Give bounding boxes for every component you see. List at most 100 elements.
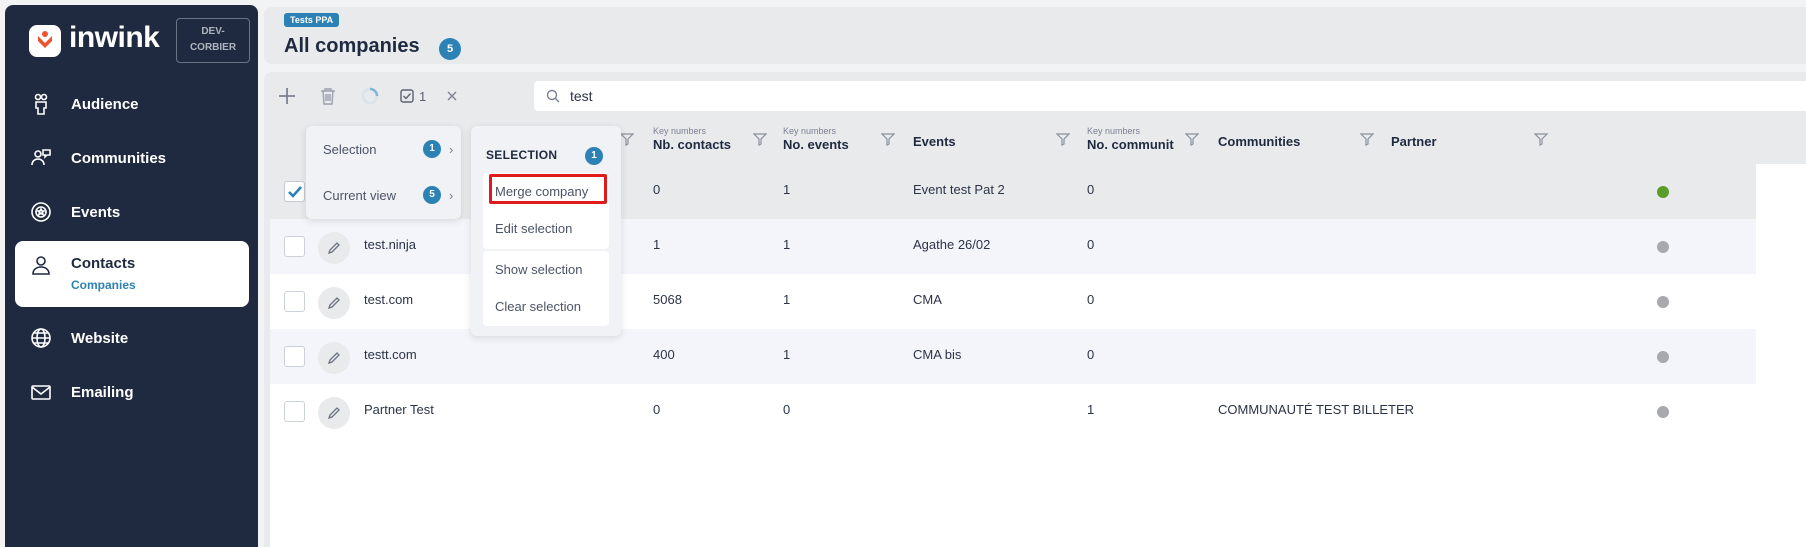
pencil-icon xyxy=(327,242,340,255)
edit-button[interactable] xyxy=(318,287,350,319)
selection-count-button[interactable]: 1 xyxy=(400,82,426,110)
header-tag[interactable]: Tests PPA xyxy=(284,13,340,27)
logo[interactable]: inwink DEV- CORBIER xyxy=(25,17,255,65)
filter-icon[interactable] xyxy=(1534,132,1548,146)
cell-events-count: 1 xyxy=(783,237,791,252)
column-label: Communities xyxy=(1218,134,1301,149)
sidebar-item-contacts[interactable]: Contacts Companies xyxy=(15,241,249,307)
cell-communities-count: 0 xyxy=(1087,182,1095,197)
count-badge: 1 xyxy=(423,140,441,158)
cell-contacts: 1 xyxy=(653,237,661,252)
pencil-icon xyxy=(327,297,340,310)
search-icon xyxy=(546,89,560,103)
pencil-icon xyxy=(327,407,340,420)
pencil-icon xyxy=(327,352,340,365)
menu-item-label: Selection xyxy=(323,141,377,157)
filter-icon[interactable] xyxy=(1056,132,1070,146)
column-header-communities[interactable]: Communities xyxy=(1218,134,1300,149)
events-icon xyxy=(31,202,51,222)
cell-events-count: 0 xyxy=(783,402,791,417)
column-header-partner[interactable]: Partner xyxy=(1391,134,1437,149)
partner-status-dot xyxy=(1657,186,1669,198)
count-badge: 5 xyxy=(423,186,441,204)
edit-button[interactable] xyxy=(318,397,350,429)
row-checkbox[interactable] xyxy=(284,401,305,422)
table-row[interactable]: testt.com 400 1 CMA bis 0 xyxy=(270,329,1756,384)
environment-badge[interactable]: DEV- CORBIER xyxy=(176,18,250,63)
cell-contacts: 0 xyxy=(653,402,661,417)
column-header-events-count[interactable]: Key numbers No. events xyxy=(783,126,849,152)
communities-icon xyxy=(31,149,51,166)
delete-button[interactable] xyxy=(320,82,336,110)
table-row[interactable]: Partner Test 0 0 1 COMMUNAUTÉ TEST BILLE… xyxy=(270,384,1756,439)
row-checkbox[interactable] xyxy=(284,346,305,367)
search-input[interactable]: test xyxy=(534,81,1806,111)
sidebar-item-emailing[interactable]: Emailing xyxy=(15,368,249,416)
cell-communities-count: 0 xyxy=(1087,292,1095,307)
contact-icon xyxy=(32,256,50,275)
row-checkbox[interactable] xyxy=(284,181,305,202)
column-pre: Key numbers xyxy=(783,126,837,136)
row-checkbox[interactable] xyxy=(284,236,305,257)
show-selection-button[interactable]: Show selection xyxy=(495,262,582,277)
menu-item-label: Current view xyxy=(323,187,396,203)
column-header-contacts[interactable]: Key numbers Nb. contacts xyxy=(653,126,731,152)
menu-item-selection[interactable]: Selection 1 › xyxy=(323,136,453,162)
menu-group-view: Show selection Clear selection xyxy=(483,251,609,326)
edit-button[interactable] xyxy=(318,232,350,264)
filter-icon[interactable] xyxy=(1185,132,1199,146)
cell-name: test.ninja xyxy=(364,237,417,252)
sidebar-subitem-companies[interactable]: Companies xyxy=(71,278,136,292)
column-label: Partner xyxy=(1391,134,1437,149)
cell-events-count: 1 xyxy=(783,347,791,362)
cell-name: Partner Test xyxy=(364,402,434,417)
menu-item-current-view[interactable]: Current view 5 › xyxy=(323,182,453,208)
selection-scope-menu: Selection 1 › Current view 5 › xyxy=(306,126,461,219)
count-badge: 1 xyxy=(585,147,603,165)
edit-button[interactable] xyxy=(318,342,350,374)
audience-icon xyxy=(34,93,48,115)
trash-icon xyxy=(321,88,335,105)
chevron-right-icon: › xyxy=(449,187,454,203)
close-icon xyxy=(447,91,457,101)
column-label: No. events xyxy=(783,137,849,152)
loading-button[interactable] xyxy=(360,82,380,110)
sidebar-item-label: Emailing xyxy=(71,383,134,401)
cell-events: Agathe 26/02 xyxy=(913,237,991,252)
cell-name: testt.com xyxy=(364,347,417,362)
partner-status-dot xyxy=(1657,296,1669,308)
sidebar-item-label: Website xyxy=(71,329,129,347)
clear-selection-button[interactable] xyxy=(446,82,458,110)
column-label: No. communit xyxy=(1087,137,1174,152)
selected-count: 1 xyxy=(419,88,427,104)
sidebar-item-communities[interactable]: Communities xyxy=(15,134,249,182)
sidebar-item-events[interactable]: Events xyxy=(15,188,249,236)
cell-events: Event test Pat 2 xyxy=(913,182,1005,197)
spinner-icon xyxy=(361,87,379,105)
edit-selection-button[interactable]: Edit selection xyxy=(495,221,572,236)
sidebar-item-audience[interactable]: Audience xyxy=(15,80,249,128)
add-button[interactable] xyxy=(278,82,296,110)
clear-selection-menu-button[interactable]: Clear selection xyxy=(495,299,581,314)
filter-icon[interactable] xyxy=(620,132,634,146)
cell-events-count: 1 xyxy=(783,292,791,307)
env-badge-line1: DEV- xyxy=(201,26,225,37)
column-pre: Key numbers xyxy=(653,126,707,136)
column-header-events[interactable]: Events xyxy=(913,134,956,149)
sidebar-item-website[interactable]: Website xyxy=(15,314,249,362)
toolbar: 1 test xyxy=(264,72,1806,122)
env-badge-line2: CORBIER xyxy=(189,42,237,53)
page-title: All companies xyxy=(284,35,420,57)
filter-icon[interactable] xyxy=(881,132,895,146)
mail-icon xyxy=(31,385,51,400)
menu-title: SELECTION xyxy=(486,148,558,162)
cell-communities: COMMUNAUTÉ TEST BILLETER xyxy=(1218,402,1414,417)
cell-events: CMA bis xyxy=(913,347,962,362)
plus-icon xyxy=(279,88,295,104)
cell-name: test.com xyxy=(364,292,414,307)
row-checkbox[interactable] xyxy=(284,291,305,312)
column-header-communities-count[interactable]: Key numbers No. communit xyxy=(1087,126,1174,152)
column-label: Events xyxy=(913,134,956,149)
filter-icon[interactable] xyxy=(1360,132,1374,146)
filter-icon[interactable] xyxy=(753,132,767,146)
